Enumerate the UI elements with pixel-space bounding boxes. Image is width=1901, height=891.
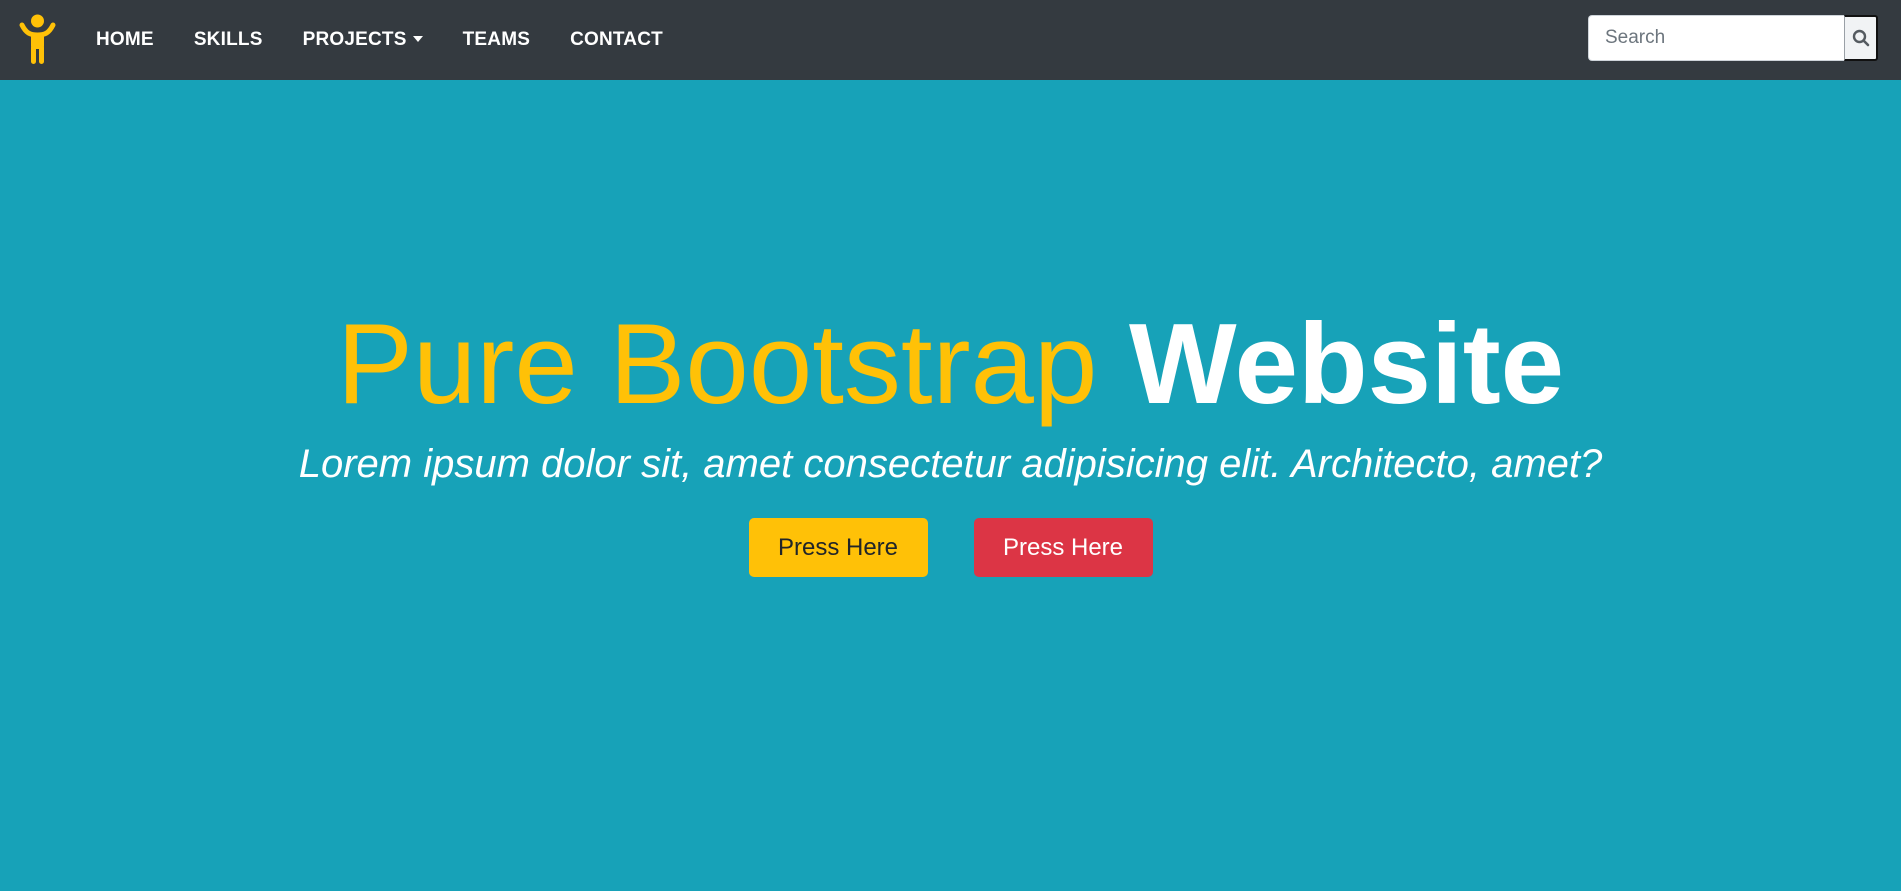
hero-title-light: Pure Bootstrap (336, 301, 1098, 428)
press-here-red-button[interactable]: Press Here (973, 518, 1153, 577)
hero-section: Pure Bootstrap Website Lorem ipsum dolor… (0, 80, 1901, 891)
hero-title-bold: Website (1129, 301, 1565, 428)
nav-link-teams-label: TEAMS (462, 29, 531, 50)
nav-link-skills-label: SKILLS (193, 29, 263, 50)
nav-link-contact-label: CONTACT (570, 29, 663, 50)
nav-link-home-label: HOME (96, 29, 154, 50)
top-navbar: HOME SKILLS PROJECTS TEAMS CONTACT (0, 0, 1901, 80)
hero-title: Pure Bootstrap Website (0, 308, 1901, 422)
search-input[interactable] (1588, 15, 1844, 61)
nav-link-projects-dropdown[interactable]: PROJECTS (303, 29, 423, 51)
nav-links: HOME SKILLS PROJECTS TEAMS CONTACT (96, 0, 703, 80)
search-icon (1852, 29, 1869, 47)
nav-link-skills[interactable]: SKILLS (194, 29, 263, 51)
hero-buttons: Press Here Press Here (0, 518, 1901, 577)
brand-logo-icon[interactable] (18, 13, 57, 65)
nav-link-projects-label: PROJECTS (302, 29, 407, 50)
nav-link-home[interactable]: HOME (96, 29, 154, 51)
nav-link-contact[interactable]: CONTACT (570, 29, 663, 51)
nav-link-teams[interactable]: TEAMS (463, 29, 531, 51)
search-button[interactable] (1844, 15, 1878, 61)
search-form (1588, 15, 1878, 61)
caret-down-icon (412, 36, 423, 42)
press-here-yellow-button[interactable]: Press Here (748, 518, 928, 577)
hero-subtitle: Lorem ipsum dolor sit, amet consectetur … (298, 442, 1603, 486)
